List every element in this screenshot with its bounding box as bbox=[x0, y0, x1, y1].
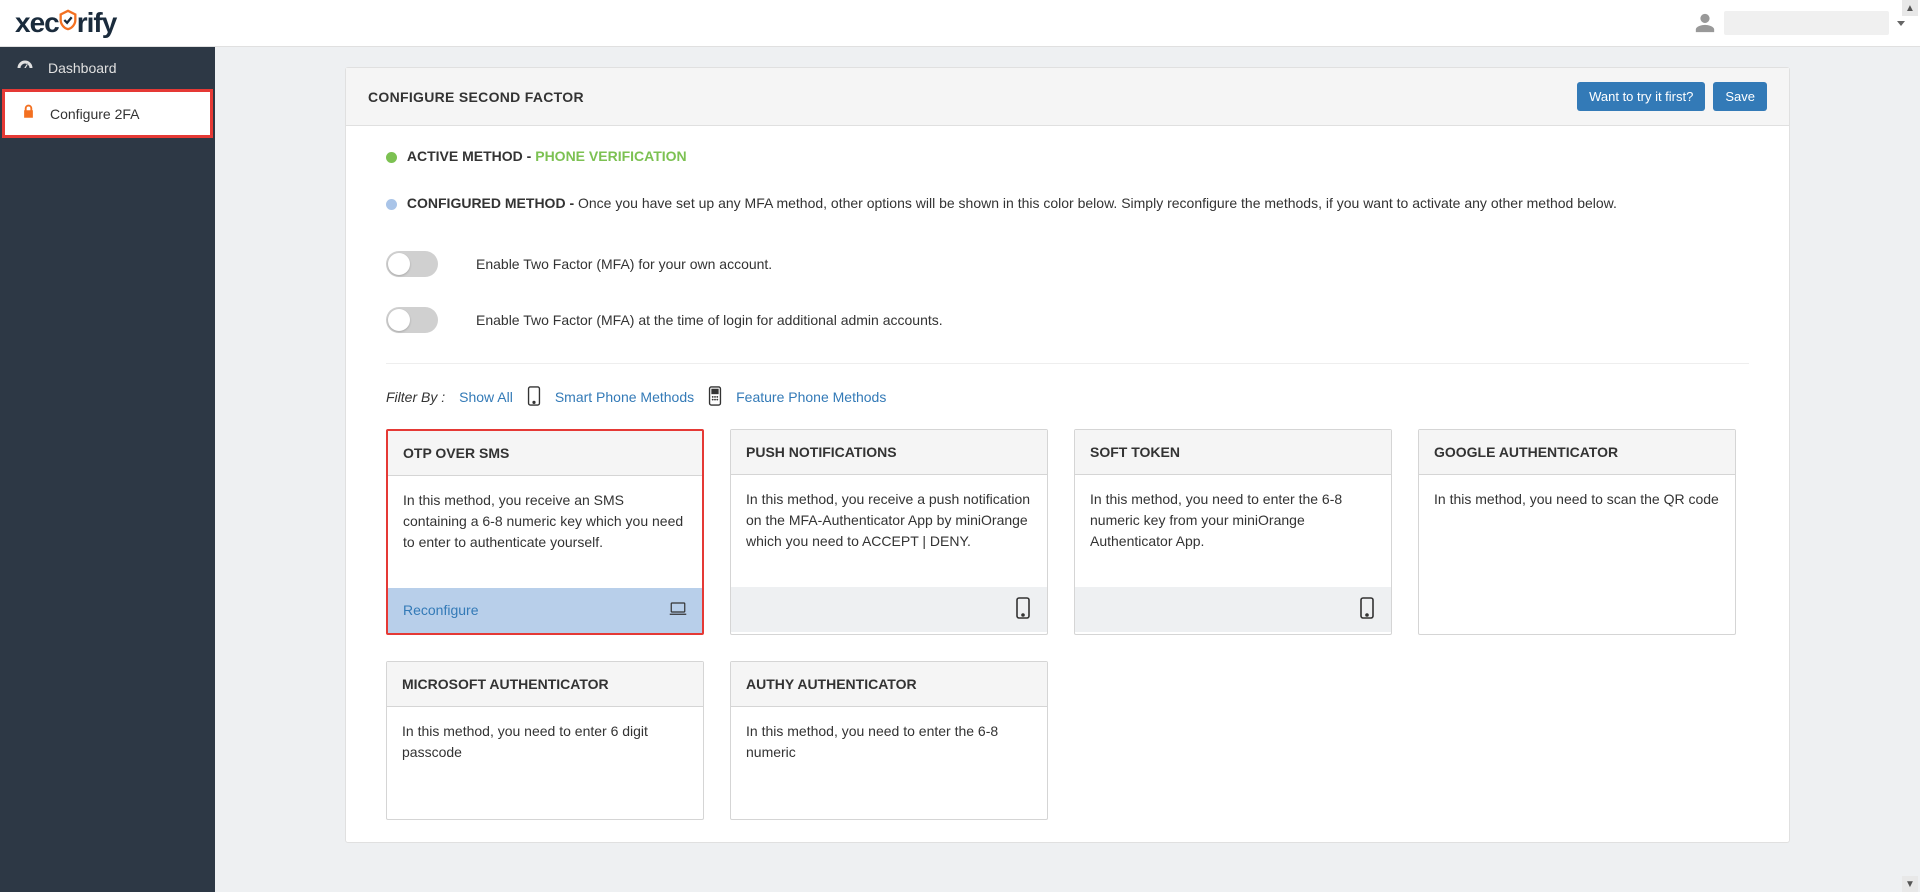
card-desc: In this method, you need to scan the QR … bbox=[1419, 475, 1735, 587]
toggle-admin-accounts-label: Enable Two Factor (MFA) at the time of l… bbox=[476, 312, 943, 328]
reconfigure-link[interactable]: Reconfigure bbox=[403, 602, 479, 618]
sidebar-item-configure-2fa[interactable]: Configure 2FA bbox=[2, 89, 213, 138]
lock-icon bbox=[21, 104, 36, 123]
configure-panel: CONFIGURE SECOND FACTOR Want to try it f… bbox=[345, 67, 1790, 843]
card-title: GOOGLE AUTHENTICATOR bbox=[1419, 430, 1735, 475]
scroll-up-button[interactable]: ▲ bbox=[1902, 0, 1918, 16]
shield-icon bbox=[57, 9, 79, 38]
card-title: AUTHY AUTHENTICATOR bbox=[731, 662, 1047, 707]
card-push-notifications[interactable]: PUSH NOTIFICATIONS In this method, you r… bbox=[730, 429, 1048, 635]
filter-show-all[interactable]: Show All bbox=[459, 389, 513, 405]
smartphone-icon bbox=[527, 386, 541, 409]
sidebar-item-label: Configure 2FA bbox=[50, 106, 140, 122]
card-title: OTP OVER SMS bbox=[388, 431, 702, 476]
filter-label: Filter By : bbox=[386, 389, 445, 405]
filter-row: Filter By : Show All Smart Phone Methods… bbox=[386, 386, 1749, 409]
filter-smart-phone[interactable]: Smart Phone Methods bbox=[555, 389, 694, 405]
toggle-own-account-label: Enable Two Factor (MFA) for your own acc… bbox=[476, 256, 772, 272]
top-header: xec rify bbox=[0, 0, 1920, 47]
user-icon bbox=[1694, 12, 1716, 34]
panel-title: CONFIGURE SECOND FACTOR bbox=[368, 89, 584, 105]
smartphone-icon bbox=[1014, 597, 1032, 622]
user-menu[interactable] bbox=[1694, 11, 1905, 35]
panel-header: CONFIGURE SECOND FACTOR Want to try it f… bbox=[346, 68, 1789, 126]
configured-dot-icon bbox=[386, 199, 397, 210]
logo-text-1: xec bbox=[15, 7, 59, 39]
method-cards: OTP OVER SMS In this method, you receive… bbox=[386, 429, 1749, 820]
card-desc: In this method, you receive a push notif… bbox=[731, 475, 1047, 587]
card-authy-authenticator[interactable]: AUTHY AUTHENTICATOR In this method, you … bbox=[730, 661, 1048, 820]
card-title: PUSH NOTIFICATIONS bbox=[731, 430, 1047, 475]
filter-feature-phone[interactable]: Feature Phone Methods bbox=[736, 389, 886, 405]
active-method-value: PHONE VERIFICATION bbox=[535, 148, 686, 164]
chevron-down-icon bbox=[1897, 21, 1905, 26]
save-button[interactable]: Save bbox=[1713, 82, 1767, 111]
sidebar-item-dashboard[interactable]: Dashboard bbox=[0, 47, 215, 89]
card-desc: In this method, you need to enter 6 digi… bbox=[387, 707, 703, 819]
smartphone-icon bbox=[1358, 597, 1376, 622]
main-content: CONFIGURE SECOND FACTOR Want to try it f… bbox=[215, 47, 1920, 892]
dashboard-icon bbox=[16, 59, 34, 77]
sidebar-item-label: Dashboard bbox=[48, 60, 117, 76]
card-desc: In this method, you receive an SMS conta… bbox=[388, 476, 702, 588]
toggle-admin-accounts[interactable] bbox=[386, 307, 438, 333]
card-microsoft-authenticator[interactable]: MICROSOFT AUTHENTICATOR In this method, … bbox=[386, 661, 704, 820]
active-method-label: ACTIVE METHOD - bbox=[407, 148, 535, 164]
card-desc: In this method, you need to enter the 6-… bbox=[1075, 475, 1391, 587]
card-title: SOFT TOKEN bbox=[1075, 430, 1391, 475]
featurephone-icon bbox=[708, 386, 722, 409]
laptop-icon bbox=[669, 598, 687, 623]
logo-text-2: rify bbox=[77, 7, 117, 39]
active-dot-icon bbox=[386, 152, 397, 163]
user-name-box bbox=[1724, 11, 1889, 35]
card-otp-over-sms[interactable]: OTP OVER SMS In this method, you receive… bbox=[386, 429, 704, 635]
divider bbox=[386, 363, 1749, 364]
card-soft-token[interactable]: SOFT TOKEN In this method, you need to e… bbox=[1074, 429, 1392, 635]
sidebar: Dashboard Configure 2FA bbox=[0, 47, 215, 892]
active-method-row: ACTIVE METHOD - PHONE VERIFICATION bbox=[386, 148, 1749, 164]
try-first-button[interactable]: Want to try it first? bbox=[1577, 82, 1705, 111]
scroll-down-button[interactable]: ▼ bbox=[1902, 876, 1918, 892]
configured-method-desc: Once you have set up any MFA method, oth… bbox=[578, 195, 1617, 211]
configured-method-label: CONFIGURED METHOD - bbox=[407, 195, 578, 211]
configured-method-row: CONFIGURED METHOD - Once you have set up… bbox=[386, 190, 1749, 217]
toggle-own-account[interactable] bbox=[386, 251, 438, 277]
card-google-authenticator[interactable]: GOOGLE AUTHENTICATOR In this method, you… bbox=[1418, 429, 1736, 635]
card-desc: In this method, you need to enter the 6-… bbox=[731, 707, 1047, 819]
card-title: MICROSOFT AUTHENTICATOR bbox=[387, 662, 703, 707]
logo: xec rify bbox=[15, 7, 116, 39]
